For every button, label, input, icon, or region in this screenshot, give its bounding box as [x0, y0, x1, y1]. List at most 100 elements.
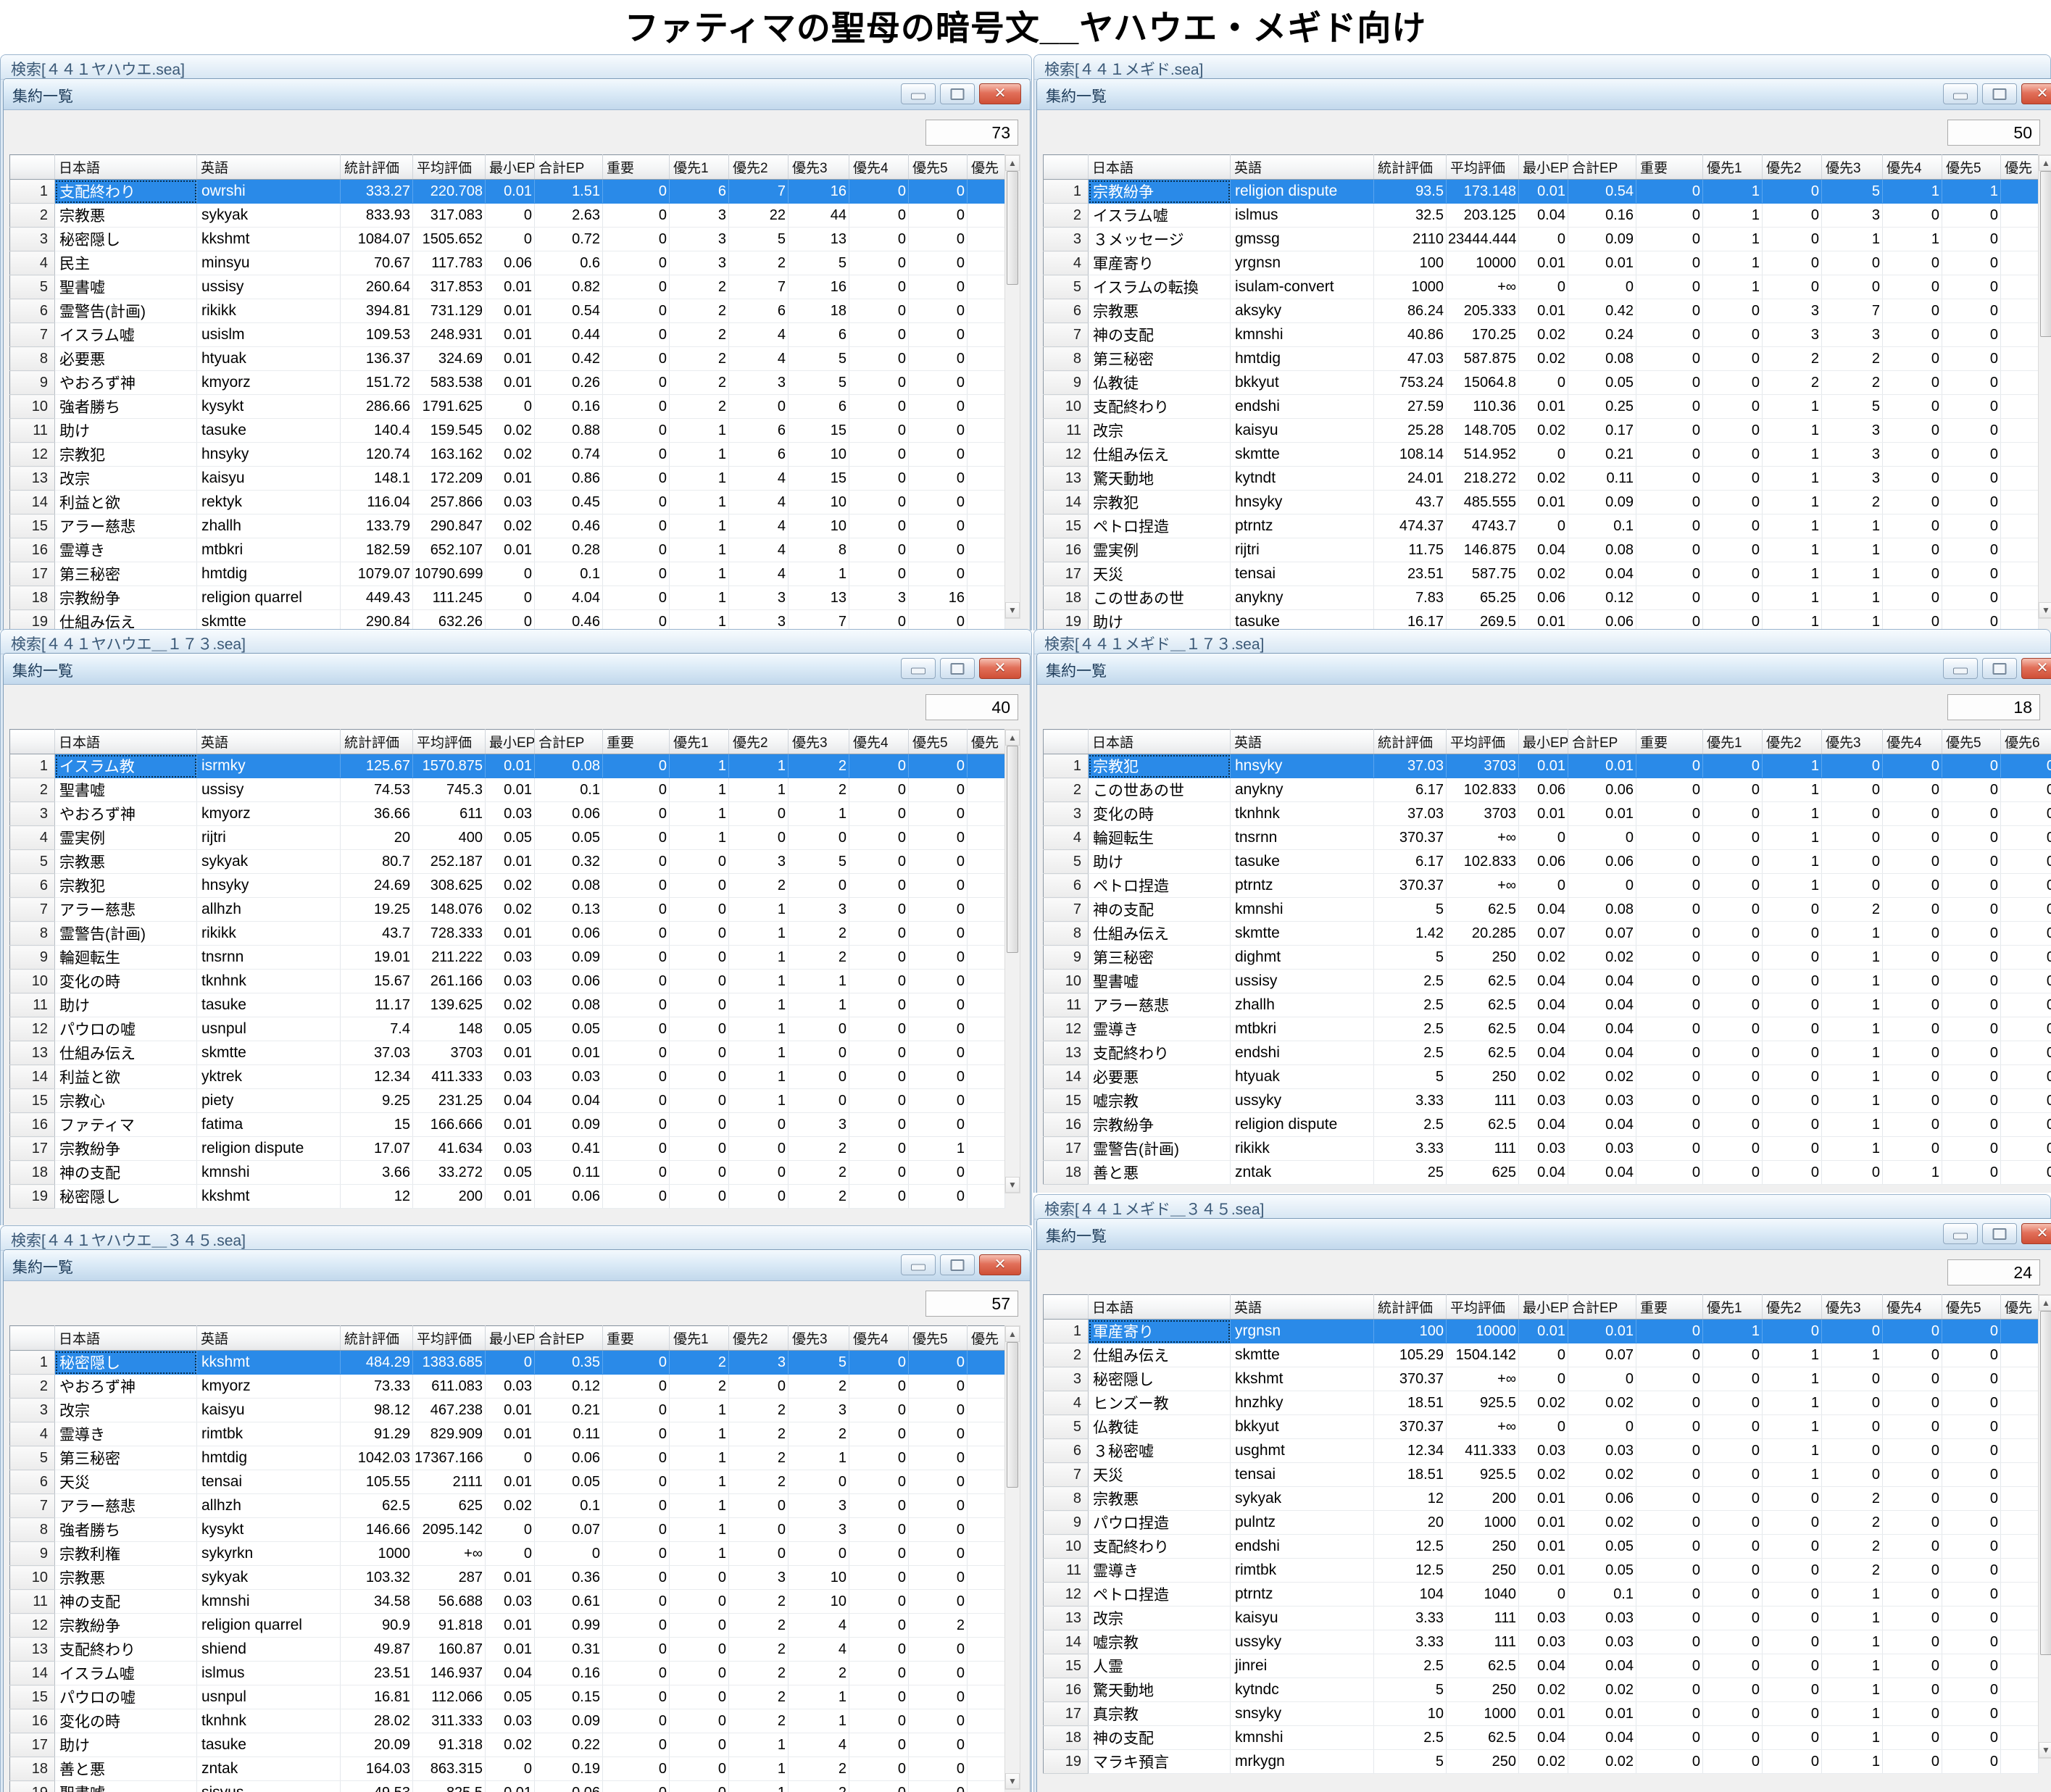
cell-日本語[interactable]: 神の支配 — [1089, 323, 1231, 347]
cell-平均評価[interactable]: 62.5 — [1447, 1017, 1519, 1041]
cell-優先2[interactable]: 0 — [729, 1137, 789, 1161]
cell-日本語[interactable]: 宗教悪 — [55, 204, 197, 228]
cell-日本語[interactable]: 聖書嘘 — [55, 1781, 197, 1792]
cell-最小EP[interactable]: 0.01 — [1519, 610, 1568, 631]
cell-優先4[interactable]: 0 — [1883, 275, 1942, 299]
cell-優先4[interactable]: 0 — [1883, 1750, 1942, 1774]
cell-平均評価[interactable]: 2111 — [413, 1470, 486, 1494]
cell-優先5[interactable]: 0 — [1942, 395, 2001, 419]
cell-重要[interactable]: 0 — [603, 1399, 670, 1422]
cell-英語[interactable]: snsyky — [1231, 1702, 1374, 1726]
cell-合計EP[interactable]: 0.31 — [535, 1638, 603, 1662]
cell-平均評価[interactable]: 287 — [413, 1566, 486, 1590]
cell-英語[interactable]: religion quarrel — [197, 1614, 341, 1638]
cell-平均評価[interactable]: 611.083 — [413, 1375, 486, 1399]
table-row[interactable]: 11助けtasuke11.17139.6250.020.08001100 — [10, 993, 1005, 1017]
cell-重要[interactable]: 0 — [603, 1614, 670, 1638]
column-header-英語[interactable]: 英語 — [1231, 1295, 1374, 1320]
cell-合計EP[interactable]: 0.03 — [1568, 1137, 1636, 1161]
cell-英語[interactable]: tknhnk — [197, 1709, 341, 1733]
cell-優先4[interactable]: 0 — [849, 1446, 909, 1470]
cell-優先3[interactable]: 16 — [789, 275, 849, 299]
cell-平均評価[interactable]: 41.634 — [413, 1137, 486, 1161]
cell-合計EP[interactable]: 0.05 — [1568, 1535, 1636, 1559]
cell-英語[interactable]: zntak — [1231, 1161, 1374, 1185]
column-header-優先4[interactable]: 優先4 — [1883, 730, 1942, 754]
cell-優先5[interactable]: 0 — [1942, 1654, 2001, 1678]
cell-日本語[interactable]: 天災 — [1089, 562, 1231, 586]
table-row[interactable]: 6天災tensai105.5521110.010.05012000 — [10, 1470, 1005, 1494]
cell-合計EP[interactable]: 0.03 — [535, 1065, 603, 1089]
cell-優先6[interactable] — [968, 1518, 1005, 1542]
cell-英語[interactable]: tensai — [197, 1470, 341, 1494]
cell-優先5[interactable]: 0 — [909, 204, 968, 228]
cell-合計EP[interactable]: 0.12 — [535, 1375, 603, 1399]
table-row[interactable]: 2やおろず神kmyorz73.33611.0830.030.12020200 — [10, 1375, 1005, 1399]
cell-日本語[interactable]: 霊実例 — [55, 826, 197, 850]
cell-平均評価[interactable]: 625 — [1447, 1161, 1519, 1185]
cell-優先2[interactable]: 0 — [729, 826, 789, 850]
cell-重要[interactable]: 0 — [1636, 850, 1703, 874]
cell-最小EP[interactable]: 0.04 — [1519, 1113, 1568, 1137]
cell-優先1[interactable]: 0 — [1703, 1089, 1763, 1113]
column-header-平均評価[interactable]: 平均評価 — [1447, 730, 1519, 754]
cell-最小EP[interactable]: 0.01 — [1519, 1702, 1568, 1726]
cell-日本語[interactable]: 聖書嘘 — [55, 275, 197, 299]
aggregate-window-titlebar[interactable]: 集約一覧 ✕ — [1037, 79, 2051, 110]
cell-優先4[interactable]: 0 — [1883, 467, 1942, 491]
cell-優先5[interactable]: 0 — [1942, 610, 2001, 631]
cell-優先4[interactable]: 0 — [1883, 562, 1942, 586]
cell-最小EP[interactable]: 0 — [486, 395, 535, 419]
cell-平均評価[interactable]: 15064.8 — [1447, 371, 1519, 395]
cell-優先2[interactable]: 4 — [729, 514, 789, 538]
cell-優先4[interactable]: 0 — [1883, 1439, 1942, 1463]
cell-重要[interactable]: 0 — [603, 1662, 670, 1685]
cell-優先1[interactable]: 1 — [670, 1518, 729, 1542]
cell-優先5[interactable]: 0 — [909, 371, 968, 395]
cell-優先1[interactable]: 0 — [1703, 778, 1763, 802]
cell-英語[interactable]: ussisy — [1231, 970, 1374, 993]
maximize-button[interactable] — [940, 1254, 975, 1275]
table-row[interactable]: 8必要悪htyuak136.37324.690.010.42024500 — [10, 347, 1005, 371]
column-header-平均評価[interactable]: 平均評価 — [413, 730, 486, 754]
cell-優先2[interactable]: 1 — [729, 970, 789, 993]
cell-優先1[interactable]: 0 — [670, 946, 729, 970]
cell-合計EP[interactable]: 0.09 — [535, 946, 603, 970]
cell-平均評価[interactable]: 411.333 — [1447, 1439, 1519, 1463]
column-header-優先6[interactable]: 優先 — [968, 730, 1005, 754]
table-row[interactable]: 8宗教悪sykyak122000.010.06000200 — [1044, 1487, 2039, 1511]
cell-優先3[interactable]: 18 — [789, 299, 849, 323]
column-header-日本語[interactable]: 日本語 — [1089, 1295, 1231, 1320]
cell-優先1[interactable]: 0 — [1703, 1065, 1763, 1089]
cell-重要[interactable]: 0 — [1636, 1726, 1703, 1750]
cell-優先5[interactable]: 0 — [909, 874, 968, 898]
cell-優先6[interactable] — [968, 323, 1005, 347]
cell-統計評価[interactable]: 2.5 — [1374, 1654, 1447, 1678]
cell-統計評価[interactable]: 3.33 — [1374, 1089, 1447, 1113]
cell-優先4[interactable]: 0 — [1883, 778, 1942, 802]
cell-合計EP[interactable]: 0.25 — [1568, 395, 1636, 419]
cell-優先6[interactable] — [968, 1566, 1005, 1590]
table-row[interactable]: 12宗教紛争religion quarrel90.991.8180.010.99… — [10, 1614, 1005, 1638]
table-row[interactable]: 12霊導きmtbkri2.562.50.040.040001000 — [1044, 1017, 2051, 1041]
cell-重要[interactable]: 0 — [603, 1185, 670, 1209]
cell-英語[interactable]: rimtbk — [1231, 1559, 1374, 1583]
cell-優先3[interactable]: 5 — [789, 347, 849, 371]
aggregate-window-titlebar[interactable]: 集約一覧 ✕ — [4, 654, 1030, 685]
cell-優先4[interactable]: 0 — [1883, 1320, 1942, 1343]
cell-優先3[interactable]: 1 — [1822, 1137, 1883, 1161]
cell-優先2[interactable]: 0 — [1763, 275, 1822, 299]
table-row[interactable]: 16霊実例rijtri11.75146.8750.040.08001100 — [1044, 538, 2039, 562]
cell-平均評価[interactable]: 317.853 — [413, 275, 486, 299]
cell-優先5[interactable]: 0 — [1942, 970, 2001, 993]
cell-重要[interactable]: 0 — [603, 1781, 670, 1792]
table-row[interactable]: 19聖書嘘sisyus49.53825.50.010.06001200 — [10, 1781, 1005, 1792]
cell-優先5[interactable]: 0 — [1942, 323, 2001, 347]
column-header-優先2[interactable]: 優先2 — [1763, 155, 1822, 180]
cell-優先2[interactable]: 7 — [729, 180, 789, 204]
cell-優先2[interactable]: 0 — [1763, 1726, 1822, 1750]
cell-優先6[interactable]: 0 — [2001, 1041, 2051, 1065]
cell-日本語[interactable]: イスラムの転換 — [1089, 275, 1231, 299]
cell-重要[interactable]: 0 — [603, 874, 670, 898]
table-row[interactable]: 6ペトロ捏造ptrntz370.37+∞000010000 — [1044, 874, 2051, 898]
